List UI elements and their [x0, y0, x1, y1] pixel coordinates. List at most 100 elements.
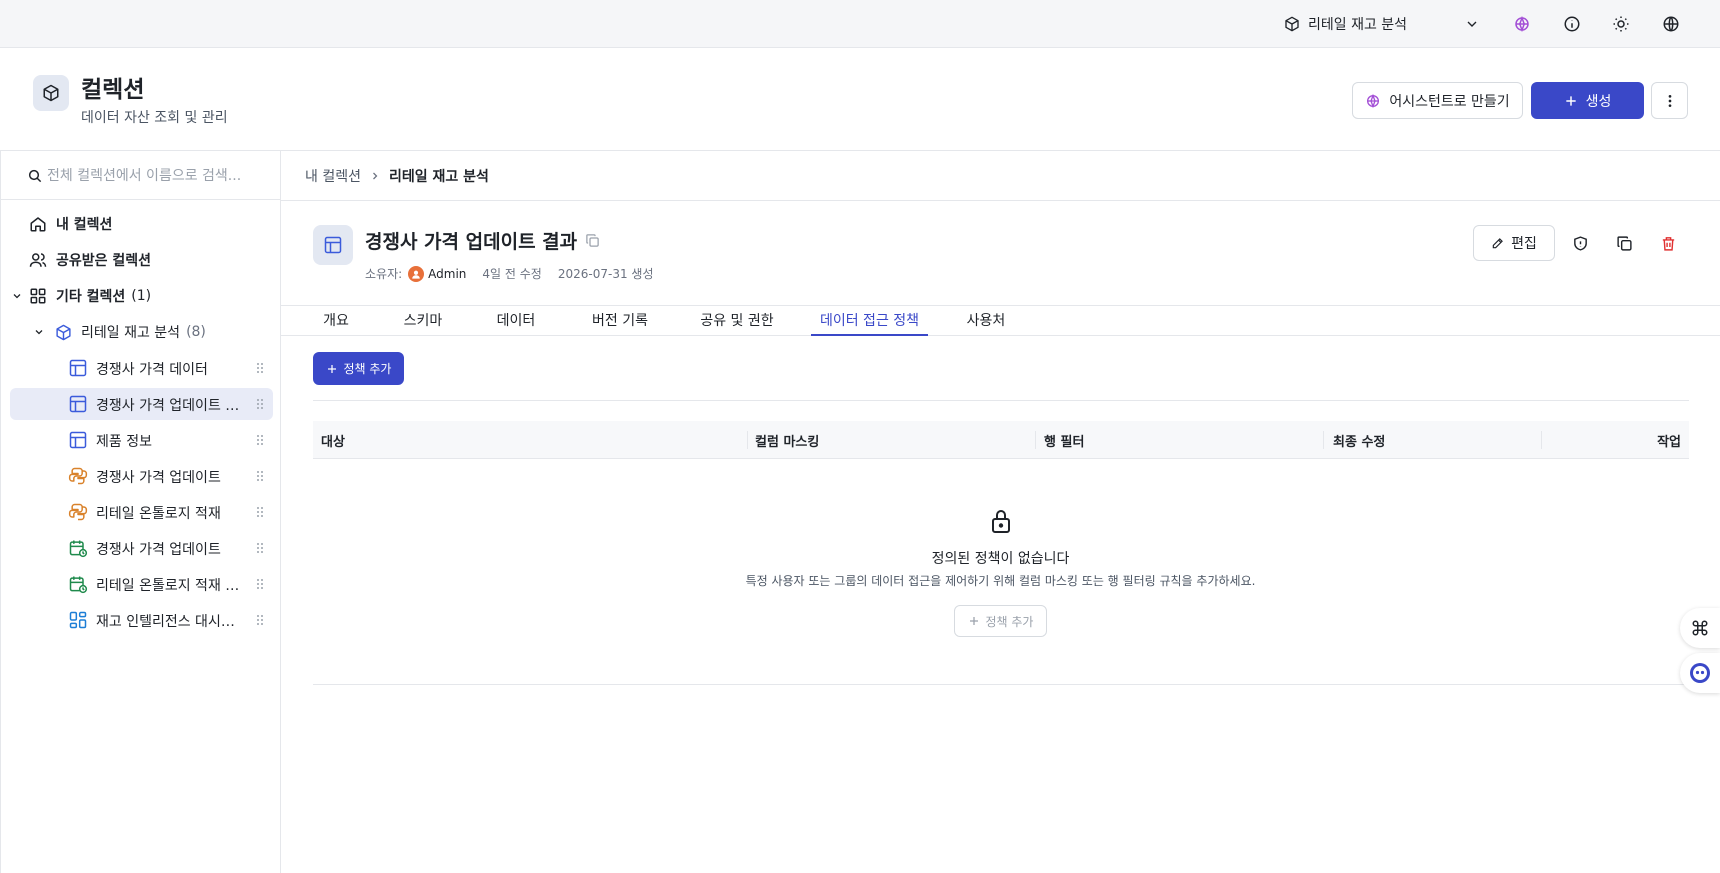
- shield-icon[interactable]: [1570, 233, 1590, 253]
- tree-item-retail-ontology-pipeline[interactable]: 리테일 온톨로지 적재 파이프라인: [10, 568, 273, 600]
- tree-item-label: 리테일 온톨로지 적재: [96, 506, 221, 522]
- nav-shared-collections[interactable]: 공유받은 컬렉션: [28, 243, 151, 277]
- info-icon[interactable]: [1560, 12, 1584, 36]
- command-icon: [1691, 619, 1709, 637]
- tree-item-product-info[interactable]: 제품 정보: [10, 424, 273, 456]
- tree-item-retail-ontology-load-notebook[interactable]: 리테일 온톨로지 적재: [10, 496, 273, 528]
- collection-retail-inventory[interactable]: 리테일 재고 분석 (8): [33, 315, 206, 349]
- schedule-icon: [68, 538, 88, 558]
- created-text: 2026-07-31 생성: [557, 267, 654, 281]
- edit-icon: [1491, 236, 1505, 250]
- tree-item-label: 리테일 온톨로지 적재 파이프라인: [96, 578, 246, 594]
- workspace-name: 리테일 재고 분석: [1308, 17, 1408, 33]
- cube-icon: [1284, 16, 1300, 32]
- nav-shared-label: 공유받은 컬렉션: [56, 253, 152, 269]
- tree-item-label: 경쟁사 가격 업데이트 결과: [96, 398, 246, 414]
- ai-icon: [1365, 93, 1381, 109]
- create-button[interactable]: 생성: [1531, 82, 1644, 119]
- search-input[interactable]: [47, 165, 267, 187]
- plus-icon: [968, 615, 980, 627]
- duplicate-icon[interactable]: [1614, 233, 1634, 253]
- more-menu-button[interactable]: [1651, 82, 1688, 119]
- users-icon: [28, 250, 48, 270]
- drag-handle-icon[interactable]: [256, 542, 264, 554]
- tab-data[interactable]: 데이터: [486, 306, 546, 336]
- tree-item-inventory-dashboard[interactable]: 재고 인텔리전스 대시보드: [10, 604, 273, 636]
- column-last-modified: 최종 수정: [1333, 435, 1386, 450]
- tab-sharing[interactable]: 공유 및 권한: [692, 306, 782, 336]
- tree-item-competitor-price-update-schedule[interactable]: 경쟁사 가격 업데이트: [10, 532, 273, 564]
- column-divider: [1541, 431, 1542, 449]
- drag-handle-icon[interactable]: [256, 506, 264, 518]
- breadcrumb: 내 컬렉션 리테일 재고 분석: [281, 151, 1720, 201]
- drag-handle-icon[interactable]: [256, 614, 264, 626]
- assistant-create-button[interactable]: 어시스턴트로 만들기: [1352, 82, 1523, 119]
- top-bar: 리테일 재고 분석: [0, 0, 1720, 48]
- add-policy-button-empty[interactable]: 정책 추가: [954, 605, 1047, 637]
- tab-usage[interactable]: 사용처: [961, 306, 1011, 336]
- table-icon: [68, 430, 88, 450]
- sidebar: 내 컬렉션 공유받은 컬렉션 기타 컬렉션 (1) 리테일 재고 분석 (8) …: [0, 151, 281, 873]
- workspace-select[interactable]: 리테일 재고 분석: [1284, 12, 1480, 36]
- tab-data-access-policy[interactable]: 데이터 접근 정책: [811, 306, 928, 336]
- drag-handle-icon[interactable]: [256, 470, 264, 482]
- nav-other-count: (1): [131, 288, 152, 304]
- tree-item-label: 제품 정보: [96, 434, 152, 450]
- tree-item-label: 재고 인텔리전스 대시보드: [96, 614, 246, 630]
- edit-button[interactable]: 편집: [1473, 225, 1555, 261]
- divider: [313, 684, 1689, 685]
- tree-item-competitor-price-data[interactable]: 경쟁사 가격 데이터: [10, 352, 273, 384]
- add-policy-button[interactable]: 정책 추가: [313, 352, 404, 385]
- dashboard-icon: [68, 610, 88, 630]
- drag-handle-icon[interactable]: [256, 362, 264, 374]
- drag-handle-icon[interactable]: [256, 398, 264, 410]
- tab-bar: 개요 스키마 데이터 버전 기록 공유 및 권한 데이터 접근 정책 사용처: [281, 306, 1720, 336]
- asset-meta: 소유자: Admin 4일 전 수정 2026-07-31 생성: [365, 265, 654, 282]
- page-subtitle: 데이터 자산 조회 및 관리: [81, 110, 228, 126]
- asset-title: 경쟁사 가격 업데이트 결과: [365, 227, 600, 254]
- column-actions: 작업: [1657, 435, 1681, 450]
- tab-overview[interactable]: 개요: [312, 306, 360, 336]
- avatar: [408, 265, 425, 282]
- collection-cube-icon: [33, 75, 69, 111]
- nav-my-collections[interactable]: 내 컬렉션: [28, 207, 112, 241]
- ai-icon[interactable]: [1510, 12, 1534, 36]
- main-content: 내 컬렉션 리테일 재고 분석 경쟁사 가격 업데이트 결과 소유자: Admi…: [281, 151, 1720, 873]
- tree-item-label: 경쟁사 가격 업데이트: [96, 470, 221, 486]
- drag-handle-icon[interactable]: [256, 434, 264, 446]
- shortcuts-button[interactable]: [1680, 608, 1720, 648]
- plus-icon: [1564, 94, 1578, 108]
- chatbot-button[interactable]: [1680, 653, 1720, 693]
- add-policy-label: 정책 추가: [343, 362, 392, 376]
- grid-icon: [28, 286, 48, 306]
- search-icon: [27, 168, 43, 184]
- chevron-right-icon: [369, 170, 381, 182]
- chevron-down-icon: [33, 326, 45, 338]
- breadcrumb-root[interactable]: 내 컬렉션: [305, 166, 361, 186]
- page-header: 컬렉션 데이터 자산 조회 및 관리 어시스턴트로 만들기 생성: [0, 48, 1720, 151]
- tree-item-competitor-price-update-notebook[interactable]: 경쟁사 가격 업데이트: [10, 460, 273, 492]
- globe-icon[interactable]: [1659, 12, 1683, 36]
- plus-icon: [326, 363, 338, 375]
- lock-icon: [989, 508, 1013, 534]
- page-title: 컬렉션: [81, 77, 145, 103]
- table-icon: [313, 225, 353, 265]
- tab-version-history[interactable]: 버전 기록: [581, 306, 659, 336]
- python-icon: [68, 466, 88, 486]
- sun-icon[interactable]: [1609, 12, 1633, 36]
- copy-icon[interactable]: [585, 233, 600, 248]
- asset-title-text: 경쟁사 가격 업데이트 결과: [365, 231, 578, 253]
- nav-other-collections[interactable]: 기타 컬렉션 (1): [11, 279, 151, 313]
- tree-item-label: 경쟁사 가격 업데이트: [96, 542, 221, 558]
- trash-icon[interactable]: [1658, 233, 1678, 253]
- tree-item-competitor-price-update-result[interactable]: 경쟁사 가격 업데이트 결과: [10, 388, 273, 420]
- table-icon: [68, 394, 88, 414]
- drag-handle-icon[interactable]: [256, 578, 264, 590]
- tab-schema[interactable]: 스키마: [394, 306, 452, 336]
- sidebar-search: [1, 151, 281, 200]
- modified-text: 4일 전 수정: [482, 267, 542, 281]
- column-masking: 컬럼 마스킹: [755, 435, 820, 450]
- nav-other-label: 기타 컬렉션: [56, 289, 126, 305]
- create-label: 생성: [1585, 93, 1612, 110]
- cube-icon: [53, 322, 73, 342]
